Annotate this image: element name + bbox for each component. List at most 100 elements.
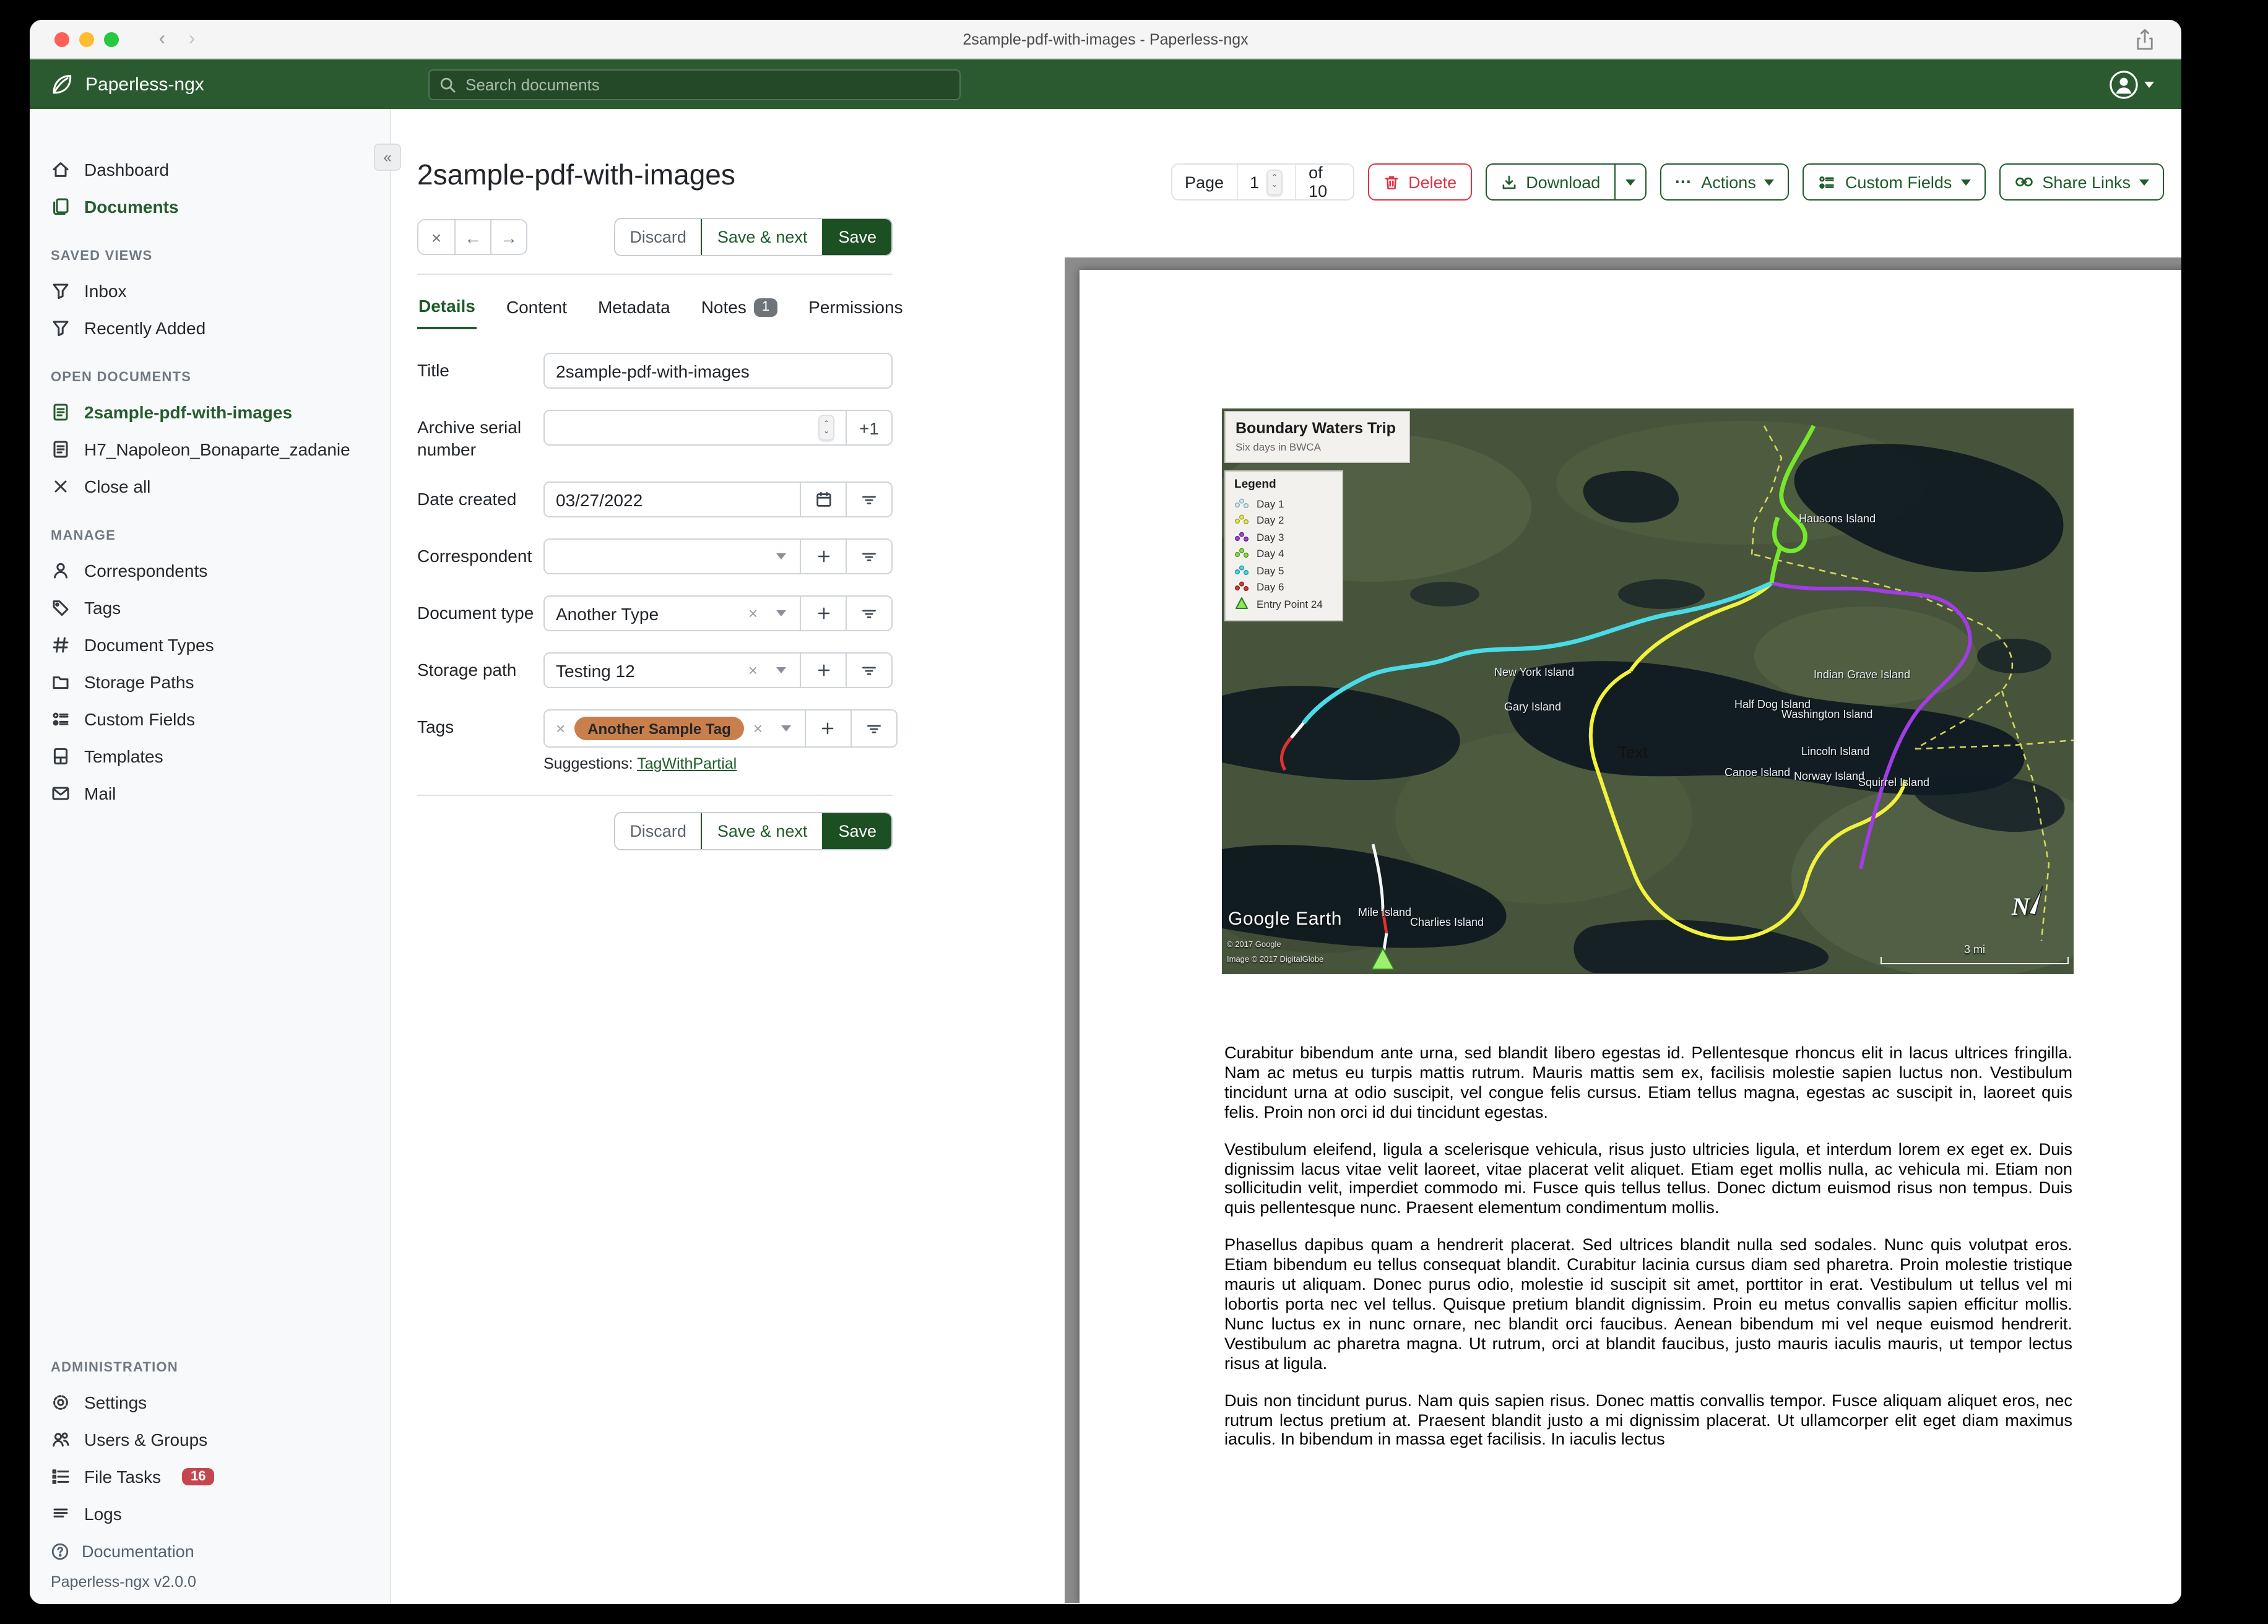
tag-pill[interactable]: Another Sample Tag (574, 717, 745, 740)
save-and-next-button[interactable]: Save & next (701, 813, 824, 849)
title-input[interactable] (543, 353, 893, 389)
caret-down-icon (1625, 179, 1635, 185)
correspondent-filter-button[interactable] (846, 540, 891, 573)
discard-button[interactable]: Discard (615, 219, 701, 255)
search-bar[interactable] (428, 69, 961, 100)
page-number-input[interactable]: 1 (1250, 173, 1259, 191)
tab-metadata[interactable]: Metadata (597, 287, 672, 329)
sidebar-item-dashboard[interactable]: Dashboard (30, 151, 390, 188)
gear-icon (51, 1393, 71, 1412)
download-options-button[interactable] (1615, 163, 1647, 201)
caret-down-icon (776, 610, 786, 616)
clear-icon[interactable]: × (748, 604, 758, 623)
next-document-button[interactable]: → (490, 220, 526, 254)
window-title: 2sample-pdf-with-images - Paperless-ngx (963, 30, 1249, 48)
search-icon (439, 76, 456, 92)
suggestion-tag-link[interactable]: TagWithPartial (637, 755, 737, 772)
date-created-input[interactable]: 03/27/2022 (545, 483, 800, 516)
tab-notes[interactable]: Notes 1 (700, 287, 779, 329)
sidebar-collapse-button[interactable]: « (374, 144, 401, 171)
details-form: Title Archive serial number ⌃⌄ +1 (417, 353, 898, 850)
save-button[interactable]: Save (823, 219, 891, 255)
remove-tag-icon[interactable]: × (556, 719, 565, 738)
asn-stepper[interactable]: ⌃ ⌄ (818, 415, 834, 441)
app-logo[interactable]: Paperless-ngx (50, 72, 204, 97)
page-stepper[interactable]: ⌃ ⌄ (1266, 169, 1283, 195)
share-links-button[interactable]: Share Links (1999, 163, 2164, 201)
download-icon (1500, 173, 1517, 191)
discard-button[interactable]: Discard (615, 813, 701, 849)
correspondent-add-button[interactable] (800, 540, 846, 573)
tags-select[interactable]: × Another Sample Tag × (545, 710, 805, 746)
sidebar-item-inbox[interactable]: Inbox (30, 272, 390, 309)
delete-button[interactable]: Delete (1367, 163, 1472, 201)
sidebar-item-users-groups[interactable]: Users & Groups (30, 1421, 390, 1458)
sidebar-item-storage-paths[interactable]: Storage Paths (30, 663, 390, 701)
divider (417, 795, 893, 796)
previous-document-button[interactable]: ← (454, 220, 490, 254)
save-and-next-button[interactable]: Save & next (701, 219, 824, 255)
storage-path-filter-button[interactable] (846, 654, 891, 687)
document-type-add-button[interactable] (800, 597, 846, 630)
paragraph: Phasellus dapibus quam a hendrerit place… (1224, 1235, 2072, 1373)
close-document-button[interactable]: × (418, 220, 454, 254)
sidebar-item-recently-added[interactable]: Recently Added (30, 309, 390, 347)
sidebar-item-mail[interactable]: Mail (30, 775, 390, 812)
sidebar-item-correspondents[interactable]: Correspondents (30, 552, 390, 589)
paperless-leaf-icon (50, 72, 74, 97)
document-toolbar: Page 1 ⌃ ⌄ of 10 Delete Download ⋯ Actio… (1171, 163, 2164, 201)
actions-button[interactable]: ⋯ Actions (1660, 163, 1790, 201)
sidebar-item-settings[interactable]: Settings (30, 1384, 390, 1421)
sidebar-item-documents[interactable]: Documents (30, 188, 390, 225)
date-created-label: Date created (417, 489, 517, 509)
sidebar-item-close-all[interactable]: Close all (30, 468, 390, 505)
map-image: Hausons Island New York Island Gary Isla… (1222, 408, 2074, 974)
tags-add-button[interactable] (804, 710, 850, 746)
date-filter-button[interactable] (846, 483, 891, 516)
user-menu[interactable] (2108, 69, 2154, 100)
document-icon (51, 402, 71, 422)
filter-lines-icon (860, 605, 878, 622)
sidebar-item-file-tasks[interactable]: File Tasks 16 (30, 1458, 390, 1495)
caret-down-icon (776, 667, 786, 673)
app-header: Paperless-ngx (30, 59, 2181, 109)
custom-fields-button[interactable]: Custom Fields (1803, 163, 1986, 201)
download-button[interactable]: Download (1485, 163, 1616, 201)
sidebar-item-open-doc-2[interactable]: H7_Napoleon_Bonaparte_zadanie (30, 431, 390, 468)
hash-icon (51, 635, 71, 655)
suggestions-label: Suggestions: (543, 755, 633, 772)
sidebar: Dashboard Documents SAVED VIEWS Inbox Re… (30, 109, 391, 1603)
search-input[interactable] (463, 74, 950, 95)
map-label-text-note: Text (1618, 743, 1648, 761)
share-icon[interactable] (2136, 28, 2154, 51)
save-button[interactable]: Save (823, 813, 891, 849)
tags-filter-button[interactable] (850, 710, 896, 746)
ellipsis-icon: ⋯ (1674, 172, 1693, 191)
document-type-select[interactable]: Another Type × (545, 597, 800, 630)
tab-content[interactable]: Content (505, 287, 568, 329)
sidebar-item-logs[interactable]: Logs (30, 1495, 390, 1532)
sidebar-item-tags[interactable]: Tags (30, 589, 390, 626)
documentation-link[interactable]: Documentation (51, 1542, 369, 1561)
asn-plus-one-button[interactable]: +1 (846, 411, 891, 444)
paragraph: Duis non tincidunt purus. Nam quis sapie… (1224, 1391, 2072, 1449)
sidebar-item-custom-fields[interactable]: Custom Fields (30, 701, 390, 738)
document-type-filter-button[interactable] (846, 597, 891, 630)
sidebar-item-open-doc-1[interactable]: 2sample-pdf-with-images (30, 394, 390, 431)
scale-label: 3 mi (1963, 943, 1985, 956)
pdf-preview-pane[interactable]: Hausons Island New York Island Gary Isla… (1065, 257, 2181, 1603)
map-label-indian-grave-island: Indian Grave Island (1814, 668, 1910, 681)
storage-path-select[interactable]: Testing 12 × (545, 654, 800, 687)
desktop-background: ‹ › 2sample-pdf-with-images - Paperless-… (0, 0, 2268, 1624)
sidebar-item-templates[interactable]: Templates (30, 738, 390, 775)
calendar-button[interactable] (800, 483, 846, 516)
paragraph: Vestibulum eleifend, ligula a scelerisqu… (1224, 1139, 2072, 1217)
clear-icon[interactable]: × (753, 719, 763, 738)
storage-path-add-button[interactable] (800, 654, 846, 687)
asn-input[interactable]: ⌃ ⌄ (545, 411, 846, 444)
tab-permissions[interactable]: Permissions (807, 287, 904, 329)
correspondent-select[interactable] (545, 540, 800, 573)
tab-details[interactable]: Details (417, 287, 477, 329)
clear-icon[interactable]: × (748, 661, 758, 680)
sidebar-item-document-types[interactable]: Document Types (30, 626, 390, 663)
